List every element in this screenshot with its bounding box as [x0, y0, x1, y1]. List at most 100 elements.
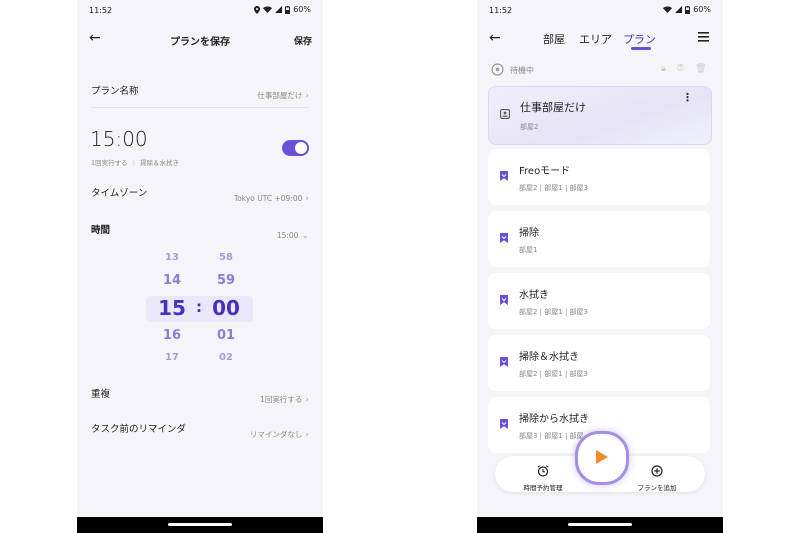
plan-title: 掃除 [519, 228, 539, 239]
add-circle-icon [651, 465, 663, 477]
location-icon [254, 5, 261, 14]
lock-icon: 🔒︎ [661, 64, 666, 74]
reminder-value: リマインダなし [249, 430, 303, 439]
plan-bookmark-icon [500, 357, 508, 367]
hour-option[interactable]: 14 [157, 273, 187, 288]
chevron-right-icon: › [305, 91, 309, 101]
repeat-label: 重複 [91, 389, 111, 400]
plans-screen: 11:52 60% ← 部屋 エリア プラン 待機中 🔒︎ ⏰︎ 🗑︎ 仕事部屋… [477, 0, 723, 533]
wifi-icon [263, 6, 273, 13]
more-options-icon[interactable]: ⋮ [682, 92, 693, 103]
signal-icon [275, 6, 283, 13]
plan-name-row[interactable]: プラン名称 仕事部屋だけ › [91, 80, 309, 101]
menu-icon[interactable] [698, 32, 709, 42]
reminder-row[interactable]: タスク前のリマインダ リマインダなし › [91, 419, 309, 440]
hour-option[interactable]: 16 [157, 328, 187, 343]
status-time: 11:52 [89, 6, 113, 15]
play-icon [596, 450, 608, 464]
time-label: 時間 [91, 225, 111, 236]
battery-percent: 60% [693, 5, 711, 14]
plan-room-icon [500, 109, 510, 119]
time-picker[interactable]: 13 14 15 16 17 : 58 59 00 01 02 [77, 248, 323, 372]
plan-name-value: 仕事部屋だけ [257, 91, 303, 100]
robot-status-icon [491, 63, 504, 76]
signal-icon [675, 6, 683, 13]
add-plan-button[interactable]: プランを追加 [629, 462, 685, 492]
schedule-manage-button[interactable]: 時間予約管理 [515, 462, 571, 492]
tab-areas[interactable]: エリア [579, 31, 612, 47]
status-bar: 11:52 60% [89, 4, 311, 18]
plan-title: 掃除＆水拭き [519, 352, 579, 363]
minute-selected[interactable]: 00 [208, 296, 244, 320]
plan-rooms: 部屋2 | 部屋1 | 部屋3 [519, 184, 588, 192]
plan-card[interactable]: Freoモード 部屋2 | 部屋1 | 部屋3 [488, 149, 710, 205]
timezone-value: Tokyo UTC +09:00 [233, 194, 303, 203]
active-tab-indicator [631, 47, 651, 50]
home-indicator[interactable] [168, 523, 232, 526]
plan-name-label: プラン名称 [91, 86, 139, 97]
plan-title: 掃除から水拭き [519, 414, 589, 425]
alarm-clock-icon [537, 465, 549, 477]
plan-bookmark-icon [500, 295, 508, 305]
plan-bookmark-icon [500, 171, 508, 181]
divider [91, 107, 309, 108]
hour-selected[interactable]: 15 [155, 296, 189, 320]
timezone-label: タイムゾーン [91, 188, 148, 199]
schedule-toggle[interactable] [282, 140, 309, 156]
chevron-right-icon: › [305, 395, 309, 405]
schedule-manage-label: 時間予約管理 [523, 484, 563, 492]
plan-rooms: 部屋2 [520, 123, 539, 131]
battery-icon [685, 5, 691, 14]
hour-option[interactable]: 13 [157, 252, 187, 263]
plan-title: Freoモード [519, 166, 571, 177]
picker-separator: : [196, 298, 202, 316]
battery-icon [285, 5, 291, 14]
battery-percent: 60% [293, 5, 311, 14]
plan-bookmark-icon [500, 419, 508, 429]
alarm-icon: ⏰︎ [677, 64, 685, 74]
add-plan-label: プランを追加 [637, 484, 677, 492]
tab-rooms[interactable]: 部屋 [543, 31, 565, 47]
system-nav-bar [77, 517, 323, 533]
plan-rooms: 部屋2 | 部屋1 | 部屋3 [519, 370, 588, 378]
plan-rooms: 部屋1 [519, 246, 538, 254]
repeat-value: 1回実行する [260, 395, 303, 404]
plan-title: 水拭き [519, 290, 549, 301]
trash-icon: 🗑︎ [695, 64, 707, 74]
timezone-row[interactable]: タイムゾーン Tokyo UTC +09:00 › [91, 183, 309, 204]
save-plan-screen: 11:52 60% ← プランを保存 保存 プラン名称 仕事部屋だけ › 15:0… [77, 0, 323, 533]
minute-option[interactable]: 01 [211, 328, 241, 343]
chevron-down-icon: ⌄ [301, 231, 309, 241]
time-value: 15:00 [276, 231, 299, 240]
time-row[interactable]: 時間 15:00 ⌄ [91, 220, 309, 241]
page-title: プランを保存 [170, 37, 230, 48]
robot-state: 待機中 [510, 66, 534, 75]
chevron-right-icon: › [305, 194, 309, 204]
minute-option[interactable]: 58 [211, 252, 241, 263]
hour-option[interactable]: 17 [157, 352, 187, 363]
plan-rooms: 部屋2 | 部屋1 | 部屋3 [519, 308, 588, 316]
reminder-label: タスク前のリマインダ [91, 424, 187, 435]
schedule-repeat: 1回実行する [91, 159, 128, 167]
toggle-knob [295, 142, 307, 154]
minute-option[interactable]: 59 [211, 273, 241, 288]
minute-option[interactable]: 02 [211, 352, 241, 363]
save-button[interactable]: 保存 [294, 34, 312, 47]
repeat-row[interactable]: 重複 1回実行する › [91, 384, 309, 405]
start-cleaning-button[interactable] [575, 431, 629, 485]
tab-plans[interactable]: プラン [623, 31, 656, 47]
plan-card[interactable]: 掃除 部屋1 [488, 211, 710, 267]
back-arrow-icon[interactable]: ← [489, 30, 501, 46]
home-indicator[interactable] [568, 523, 632, 526]
chevron-right-icon: › [305, 430, 309, 440]
plan-card[interactable]: 水拭き 部屋2 | 部屋1 | 部屋3 [488, 273, 710, 329]
plan-title: 仕事部屋だけ [520, 101, 586, 114]
status-time: 11:52 [489, 6, 513, 15]
plan-card-selected[interactable]: 仕事部屋だけ 部屋2 ⋮ [488, 86, 712, 145]
schedule-mode: 掃除＆水拭き [140, 159, 179, 167]
wifi-icon [663, 6, 673, 13]
plan-bookmark-icon [500, 233, 508, 243]
plan-card[interactable]: 掃除＆水拭き 部屋2 | 部屋1 | 部屋3 [488, 335, 710, 391]
plan-rooms: 部屋3 | 部屋1 | 部屋 [519, 432, 584, 440]
system-nav-bar [477, 517, 723, 533]
